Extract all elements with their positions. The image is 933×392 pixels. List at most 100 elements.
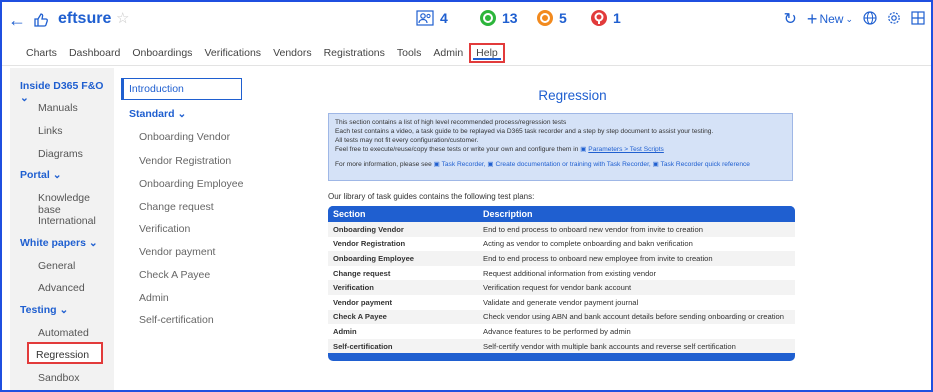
nav-item-knowledge-base[interactable]: Knowledge base <box>38 192 114 216</box>
secnav-item-change-request[interactable]: Change request <box>139 201 214 213</box>
cell-description: End to end process to onboard new employ… <box>478 251 795 266</box>
table-row: Vendor payment Validate and generate vend… <box>328 294 795 310</box>
nav-group-label: Testing <box>20 304 57 316</box>
create-documentation-link[interactable]: Create documentation or training with Ta… <box>495 161 650 168</box>
toolbar-right: ↻ + New ⌄ <box>784 9 925 29</box>
red-alert-icon <box>591 10 607 26</box>
menu-onboardings[interactable]: Onboardings <box>126 43 198 63</box>
cell-description: Self-certify vendor with multiple bank a… <box>478 338 795 354</box>
table-row: Onboarding Vendor End to end process to o… <box>328 222 795 237</box>
nav-group-portal[interactable]: Portal ⌄ <box>20 169 62 181</box>
nav-item-regression[interactable]: Regression <box>36 349 89 361</box>
secnav-item-verification[interactable]: Verification <box>139 223 190 235</box>
brand-name[interactable]: eftsure <box>58 10 111 28</box>
apps-grid-icon[interactable] <box>911 10 925 28</box>
nav-item-advanced[interactable]: Advanced <box>38 282 85 294</box>
secnav-item-onboarding-employee[interactable]: Onboarding Employee <box>139 178 243 190</box>
left-nav: Inside D365 F&O ⌄ Manuals Links Diagrams… <box>10 68 114 390</box>
info-line: For more information, please see ▣ Task … <box>335 160 786 169</box>
secnav-item-vendor-registration[interactable]: Vendor Registration <box>139 155 231 167</box>
nav-group-label: Portal <box>20 169 50 181</box>
library-intro: Our library of task guides contains the … <box>328 192 535 201</box>
menu-vendors[interactable]: Vendors <box>267 43 318 63</box>
nav-item-diagrams[interactable]: Diagrams <box>38 148 83 160</box>
back-arrow-icon[interactable]: ← <box>8 10 26 30</box>
new-button-label: New <box>819 12 844 26</box>
nav-group-testing[interactable]: Testing ⌄ <box>20 304 68 316</box>
gear-icon[interactable] <box>887 11 901 28</box>
nav-item-sandbox[interactable]: Sandbox <box>38 372 79 384</box>
chevron-down-icon: ⌄ <box>88 237 98 249</box>
top-bar: ← eftsure ☆ 4 13 5 1 ↻ + New ⌄ <box>2 2 931 38</box>
stat-red[interactable]: 1 <box>591 10 621 26</box>
main-menu: Charts Dashboard Onboardings Verificatio… <box>2 40 931 66</box>
chevron-down-icon: ⌄ <box>59 304 69 316</box>
cell-description: Advance features to be performed by admi… <box>478 324 795 339</box>
info-line: All tests may not fit every configuratio… <box>335 137 479 144</box>
stat-users-count: 4 <box>440 10 448 26</box>
cell-section: Verification <box>328 280 478 295</box>
info-line: Each test contains a video, a task guide… <box>335 128 714 135</box>
nav-group-inside-d365[interactable]: Inside D365 F&O ⌄ <box>20 80 114 104</box>
chevron-down-icon: ⌄ <box>20 92 29 104</box>
table-row: Vendor Registration Acting as vendor to c… <box>328 236 795 252</box>
secnav-group-label: Standard <box>129 108 175 120</box>
secnav-item-onboarding-vendor[interactable]: Onboarding Vendor <box>139 131 230 143</box>
parameters-link[interactable]: Parameters > Test Scripts <box>588 146 664 153</box>
plus-icon: + <box>806 9 818 29</box>
nav-item-manuals[interactable]: Manuals <box>38 102 78 114</box>
external-link-icon: ▣ <box>433 161 440 168</box>
task-recorder-link[interactable]: Task Recorder, <box>442 161 486 168</box>
chevron-down-icon: ⌄ <box>177 108 187 120</box>
menu-dashboard[interactable]: Dashboard <box>63 43 126 63</box>
menu-admin[interactable]: Admin <box>427 43 469 63</box>
cell-section: Onboarding Employee <box>328 251 478 266</box>
refresh-icon[interactable]: ↻ <box>784 9 797 29</box>
cell-description: Request additional information from exis… <box>478 265 795 281</box>
menu-verifications[interactable]: Verifications <box>198 43 267 63</box>
table-row: Self-certification Self-certify vendor wi… <box>328 338 795 354</box>
stat-users[interactable]: 4 <box>416 10 448 26</box>
stat-orange-count: 5 <box>559 10 567 26</box>
test-plans-table: Section Description Onboarding Vendor End… <box>328 206 795 361</box>
secnav-item-admin[interactable]: Admin <box>139 292 169 304</box>
new-button[interactable]: + New ⌄ <box>806 9 853 29</box>
table-row: Onboarding Employee End to end process to… <box>328 251 795 266</box>
secondary-nav: Introduction Standard ⌄ Onboarding Vendo… <box>118 68 318 390</box>
globe-icon[interactable] <box>863 10 877 28</box>
tab-introduction[interactable]: Introduction <box>121 78 242 100</box>
nav-item-general[interactable]: General <box>38 260 75 272</box>
external-link-icon: ▣ <box>580 146 587 153</box>
cell-description: End to end process to onboard new vendor… <box>478 222 795 237</box>
users-icon <box>416 10 434 26</box>
cell-description: Check vendor using ABN and bank account … <box>478 309 795 325</box>
stat-green[interactable]: 13 <box>480 10 518 26</box>
nav-group-label: Inside D365 F&O <box>20 80 104 92</box>
nav-item-links[interactable]: Links <box>38 125 63 137</box>
menu-tools[interactable]: Tools <box>391 43 428 63</box>
favorite-star-icon[interactable]: ☆ <box>116 9 129 27</box>
cell-description: Verification request for vendor bank acc… <box>478 280 795 295</box>
table-row: Change request Request additional informa… <box>328 265 795 281</box>
nav-item-international[interactable]: International <box>38 215 96 227</box>
menu-help[interactable]: Help <box>469 42 505 63</box>
table-row: Verification Verification request for ven… <box>328 280 795 295</box>
cell-section: Admin <box>328 324 478 339</box>
table-row: Check A Payee Check vendor using ABN and … <box>328 309 795 325</box>
task-recorder-reference-link[interactable]: Task Recorder quick reference <box>661 161 750 168</box>
menu-charts[interactable]: Charts <box>20 43 63 63</box>
nav-group-white-papers[interactable]: White papers ⌄ <box>20 237 98 249</box>
table-row: Admin Advance features to be performed by… <box>328 324 795 339</box>
secnav-item-check-a-payee[interactable]: Check A Payee <box>139 269 210 281</box>
secnav-item-vendor-payment[interactable]: Vendor payment <box>139 246 215 258</box>
stat-orange[interactable]: 5 <box>537 10 567 26</box>
nav-item-automated[interactable]: Automated <box>38 327 89 339</box>
secnav-item-self-certification[interactable]: Self-certification <box>139 314 214 326</box>
menu-registrations[interactable]: Registrations <box>318 43 391 63</box>
thumbs-up-icon[interactable] <box>32 11 50 29</box>
column-header-section: Section <box>328 206 478 222</box>
cell-section: Vendor payment <box>328 294 478 310</box>
secnav-group-standard[interactable]: Standard ⌄ <box>129 108 186 120</box>
green-status-icon <box>480 10 496 26</box>
stat-green-count: 13 <box>502 10 518 26</box>
